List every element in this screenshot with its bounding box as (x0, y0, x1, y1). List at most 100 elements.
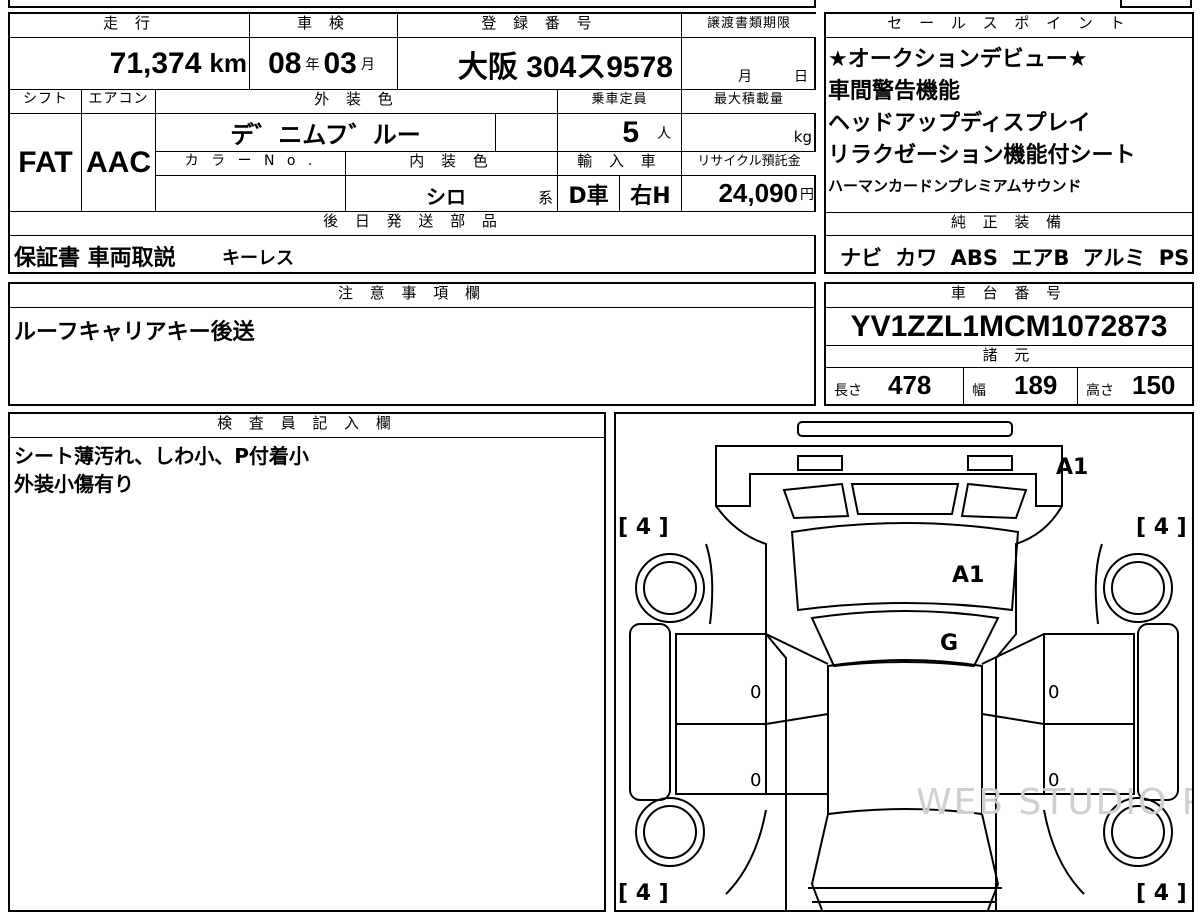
recycle-unit: 円 (800, 185, 814, 202)
import-drive-value: D車 (558, 176, 620, 212)
sales-points-header: セ ー ル ス ポ イ ン ト (826, 14, 1192, 38)
left-side-skirt (629, 623, 671, 801)
mileage-unit: km (209, 48, 247, 78)
shift-value: FAT (10, 114, 82, 212)
wheel-rear-left-inner (643, 561, 697, 615)
inspector-line: シート薄汚れ、しわ小、P付着小 (14, 444, 309, 468)
registration-header: 登 録 番 号 (398, 14, 682, 38)
inspector-header: 検 査 員 記 入 欄 (10, 414, 604, 438)
width-value: 189 (1014, 370, 1058, 400)
exterior-color-value: デ゛ニムフ゛ルー (156, 114, 496, 152)
later-parts-main: 保証書 車両取説 (14, 246, 176, 271)
exterior-color-extra (496, 114, 558, 152)
notes-header: 注 意 事 項 欄 (10, 284, 814, 308)
rear-lamp-left (797, 455, 843, 471)
import-handle-value: 右H (620, 176, 682, 212)
recycle-value: 24,090 円 (682, 176, 816, 212)
length-value: 478 (888, 370, 932, 400)
left-door-lines (765, 633, 829, 795)
inspection-header: 車 検 (250, 14, 398, 38)
windshield (810, 610, 1000, 668)
right-door-lines (981, 633, 1045, 795)
interior-color-value: シロ 系 (346, 176, 558, 212)
rear-quarter-right (960, 482, 1028, 520)
recycle-number: 24,090 (718, 178, 798, 208)
mark-tire-bl: [ 4 ] (618, 881, 669, 906)
chassis-value: YV1ZZL1MCM1072873 (826, 308, 1192, 346)
registration-value: 大阪 304ス9578 (398, 38, 682, 90)
mark-rear-a1: A1 (1056, 455, 1088, 480)
mark-door-l1: 0 (750, 682, 761, 703)
body-left (715, 505, 787, 910)
genuine-equipment-value: ナビ カワ ABS エアB アルミ PS PW (840, 246, 1200, 270)
recycle-header: リサイクル預託金 (682, 152, 816, 176)
max-load-unit: kg (793, 128, 812, 146)
notes-box: 注 意 事 項 欄 ルーフキャリアキー後送 (8, 282, 816, 406)
sales-points-box: セ ー ル ス ポ イ ン ト ★オークションデビュー★ 車間警告機能 ヘッドア… (824, 12, 1200, 274)
width-label: 幅 (972, 383, 986, 399)
later-parts-sub: キーレス (222, 248, 294, 269)
right-rear-door (1043, 633, 1135, 725)
chassis-box: 車 台 番 号 YV1ZZL1MCM1072873 諸 元 長さ 478 幅 1… (824, 282, 1194, 406)
inspection-year: 08 (268, 46, 302, 80)
top-stub-row (8, 0, 816, 8)
top-stub-right (1120, 0, 1192, 8)
notes-value: ルーフキャリアキー後送 (14, 320, 255, 345)
transfer-day-unit: 日 (794, 69, 808, 85)
interior-color-text: シロ (426, 185, 466, 209)
mark-glass-g: G (940, 631, 958, 656)
aircon-value: AAC (82, 114, 156, 212)
width-cell: 幅 189 (964, 368, 1078, 404)
aircon-text: AAC (86, 145, 151, 179)
mileage-header: 走 行 (10, 14, 250, 38)
shift-header: シフト (10, 90, 82, 114)
wheel-rear-left (635, 553, 705, 623)
registration-number: 大阪 304ス9578 (457, 50, 673, 84)
mark-tire-br: [ 4 ] (1136, 881, 1187, 906)
transfer-deadline-value: 月 日 (682, 38, 816, 90)
right-side-skirt (1137, 623, 1179, 801)
height-value: 150 (1132, 370, 1176, 400)
mark-door-r2: 0 (1048, 770, 1059, 791)
front-left-edge (810, 813, 829, 910)
rear-spoiler (797, 421, 1013, 437)
mark-roof-a1: A1 (952, 563, 984, 588)
max-load-header: 最大積載量 (682, 90, 816, 114)
transfer-month-unit: 月 (738, 69, 752, 85)
inspection-month: 03 (323, 46, 357, 80)
mileage-value: 71,374 km (10, 38, 250, 90)
height-cell: 高さ 150 (1078, 368, 1192, 404)
wheel-front-left-inner (643, 805, 697, 859)
genuine-equipment-header: 純 正 装 備 (826, 212, 1192, 236)
mark-tire-tr: [ 4 ] (1136, 515, 1187, 540)
import-handle-text: 右H (630, 183, 671, 209)
rear-lamp-right (967, 455, 1013, 471)
wheel-rear-right-inner (1111, 561, 1165, 615)
body-right (995, 505, 1063, 910)
sales-point-item: ハーマンカードンプレミアムサウンド (828, 177, 1082, 195)
mark-tire-tl: [ 4 ] (618, 515, 669, 540)
mark-door-l2: 0 (750, 770, 761, 791)
color-no-value (156, 176, 346, 212)
sales-points-list: ★オークションデビュー★ 車間警告機能 ヘッドアップディスプレイ リラクゼーショ… (828, 44, 1136, 200)
wheel-front-left (635, 797, 705, 867)
capacity-header: 乗車定員 (558, 90, 682, 114)
length-label: 長さ (834, 383, 862, 399)
wheel-rear-right (1103, 553, 1173, 623)
shift-text: FAT (18, 145, 73, 179)
later-parts-value: 保証書 車両取説 キーレス (10, 236, 816, 272)
transfer-deadline-header: 譲渡書類期限 (682, 14, 816, 38)
mileage-number: 71,374 (109, 46, 202, 80)
spec-header: 諸 元 (826, 346, 1192, 368)
aircon-header: エアコン (82, 90, 156, 114)
vehicle-info-block: 走 行 車 検 登 録 番 号 譲渡書類期限 71,374 km 08 年 03… (8, 12, 816, 274)
rear-quarter-left (782, 482, 850, 520)
chassis-number: YV1ZZL1MCM1072873 (850, 309, 1168, 343)
inspector-line: 外装小傷有り (14, 472, 134, 496)
later-parts-header: 後 日 発 送 部 品 (10, 212, 816, 236)
inspection-value: 08 年 03 月 (250, 38, 398, 90)
car-diagram: WEB STUDIO PRO A1 A1 G [ 4 ] [ 4 ] [ 4 ]… (618, 421, 1192, 910)
sales-point-item: ヘッドアップディスプレイ (828, 111, 1091, 136)
inspection-month-unit: 月 (360, 55, 375, 72)
height-label: 高さ (1086, 383, 1114, 399)
